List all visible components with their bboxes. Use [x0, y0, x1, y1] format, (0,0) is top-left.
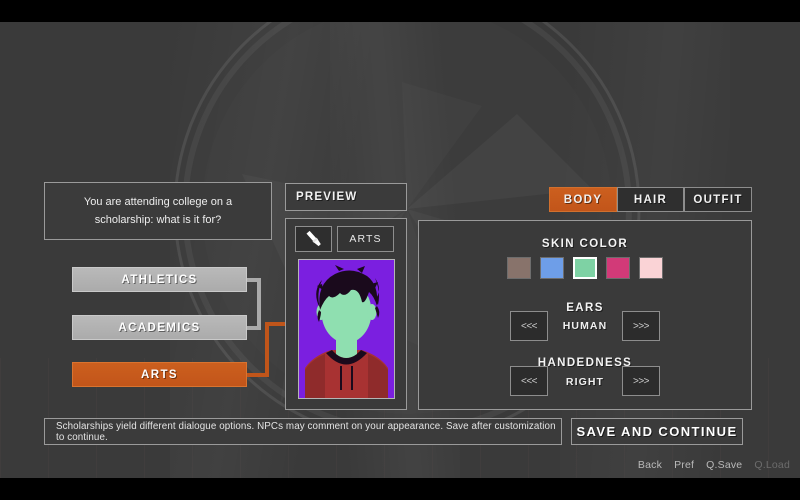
character-portrait	[298, 259, 395, 399]
tab-hair[interactable]: HAIR	[617, 187, 684, 212]
connector-arts-horizontal	[247, 373, 269, 377]
ears-next-button[interactable]: >>>	[622, 311, 660, 341]
choice-label: ATHLETICS	[121, 273, 198, 286]
handedness-prev-button[interactable]: <<<	[510, 366, 548, 396]
skin-swatch-2-selected[interactable]	[573, 257, 597, 279]
skin-color-label: SKIN COLOR	[541, 238, 629, 250]
preview-tag-button[interactable]: ARTS	[337, 226, 394, 252]
skin-swatch-4[interactable]	[639, 257, 663, 279]
ears-label: EARS	[566, 302, 604, 314]
quick-menu-back[interactable]: Back	[638, 459, 662, 471]
ears-prev-label: <<<	[520, 320, 538, 332]
choice-label: ARTS	[141, 368, 178, 381]
question-box: You are attending college on a scholarsh…	[44, 182, 272, 240]
handedness-next-label: >>>	[632, 375, 650, 387]
skin-color-swatch-row	[419, 257, 751, 279]
connector-arts-vertical	[265, 322, 269, 377]
preview-header-label: PREVIEW	[296, 191, 358, 203]
preview-panel: ARTS	[285, 218, 407, 410]
choice-button-academics[interactable]: ACADEMICS	[72, 315, 247, 340]
info-bar: Scholarships yield different dialogue op…	[44, 418, 562, 445]
choice-button-arts[interactable]: ARTS	[72, 362, 247, 387]
quick-menu-qload: Q.Load	[754, 459, 790, 471]
connector-arts-to-preview	[265, 322, 287, 326]
handedness-prev-label: <<<	[520, 375, 538, 387]
tab-label: HAIR	[633, 193, 668, 206]
ears-prev-button[interactable]: <<<	[510, 311, 548, 341]
connector-athletics-horizontal	[247, 278, 261, 282]
connector-athletics-vertical	[257, 278, 261, 326]
tab-body[interactable]: BODY	[549, 187, 617, 212]
skin-swatch-1[interactable]	[540, 257, 564, 279]
paintbrush-button[interactable]	[295, 226, 332, 252]
quick-menu-pref[interactable]: Pref	[674, 459, 694, 471]
character-avatar-illustration	[299, 260, 394, 398]
skin-swatch-0[interactable]	[507, 257, 531, 279]
letterbox-top	[0, 0, 800, 22]
quick-menu: Back Pref Q.Save Q.Load	[638, 459, 790, 471]
letterbox-bottom	[0, 478, 800, 500]
game-stage: You are attending college on a scholarsh…	[0, 22, 800, 478]
preview-tag-label: ARTS	[349, 233, 382, 245]
save-and-continue-button[interactable]: SAVE AND CONTINUE	[571, 418, 743, 445]
handedness-value: RIGHT	[565, 376, 605, 388]
skin-swatch-3[interactable]	[606, 257, 630, 279]
question-text: You are attending college on a scholarsh…	[83, 195, 233, 226]
choice-label: ACADEMICS	[118, 321, 201, 334]
body-options-panel: SKIN COLOR EARS HUMAN <<< >>> HANDEDNESS…	[418, 220, 752, 410]
ears-next-label: >>>	[632, 320, 650, 332]
save-button-label: SAVE AND CONTINUE	[576, 424, 738, 439]
info-bar-text: Scholarships yield different dialogue op…	[56, 420, 556, 443]
preview-header: PREVIEW	[285, 183, 407, 211]
connector-academics-horizontal	[247, 326, 261, 330]
choice-button-athletics[interactable]: ATHLETICS	[72, 267, 247, 292]
tab-outfit[interactable]: OUTFIT	[684, 187, 752, 212]
tab-label: OUTFIT	[693, 193, 743, 206]
tab-label: BODY	[563, 193, 603, 206]
handedness-next-button[interactable]: >>>	[622, 366, 660, 396]
game-screen: You are attending college on a scholarsh…	[0, 0, 800, 500]
handedness-label: HANDEDNESS	[537, 357, 633, 369]
quick-menu-qsave[interactable]: Q.Save	[706, 459, 742, 471]
ears-value: HUMAN	[562, 320, 608, 332]
paintbrush-icon	[305, 230, 321, 247]
